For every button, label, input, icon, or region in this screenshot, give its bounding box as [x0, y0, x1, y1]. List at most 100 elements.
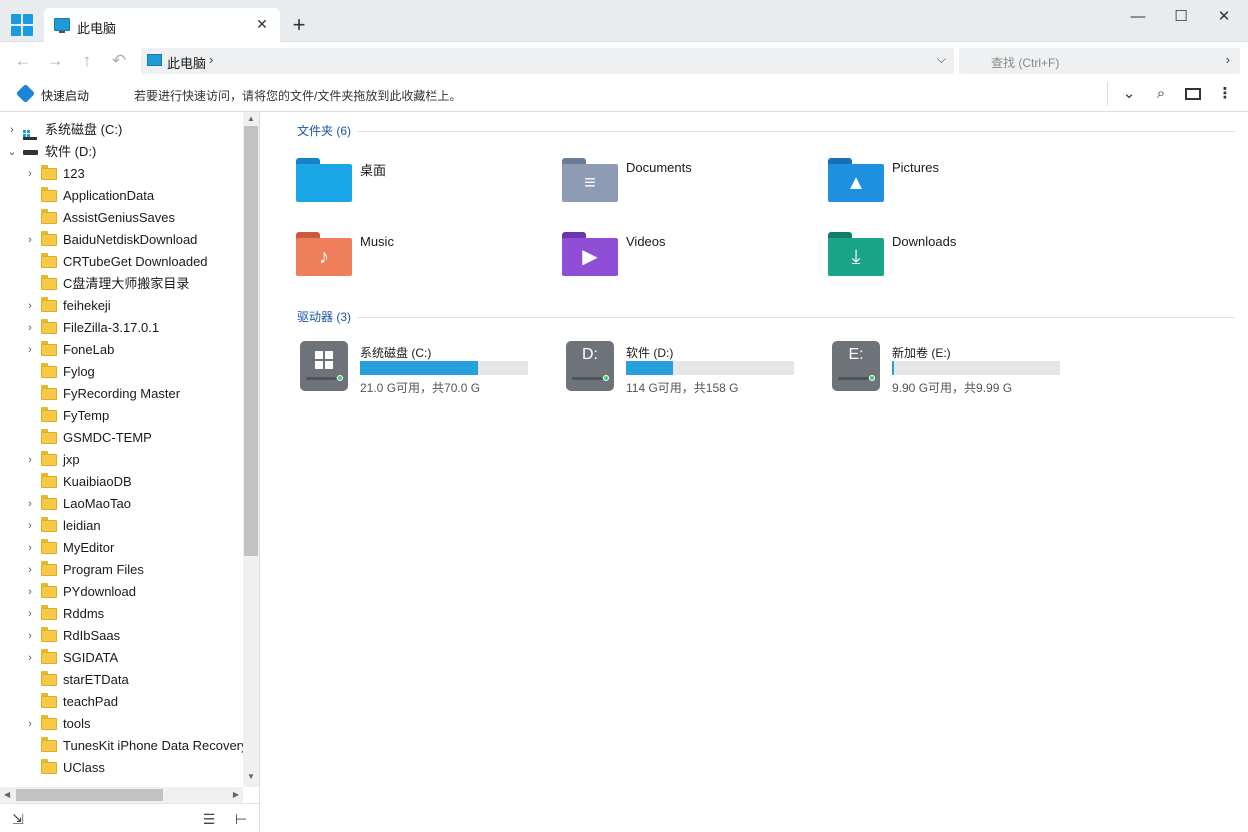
tree-item[interactable]: › LaoMaoTao [0, 493, 243, 515]
breadcrumb-this-pc[interactable]: 此电脑 [167, 53, 206, 72]
tree-item[interactable]: › jxp [0, 449, 243, 471]
chevron-right-icon[interactable]: › [24, 603, 36, 625]
back-arrow-icon[interactable]: ← [12, 50, 34, 72]
folder-tile[interactable]: ⤓ Downloads [828, 232, 1078, 292]
folder-tile[interactable]: ♪ Music [296, 232, 546, 292]
tree-item[interactable]: › leidian [0, 515, 243, 537]
chevron-right-icon[interactable]: › [24, 163, 36, 185]
scroll-right-icon[interactable]: ▶ [233, 790, 239, 799]
more-options-icon[interactable]: ⋮ [1215, 84, 1235, 104]
chevron-right-icon[interactable]: › [24, 713, 36, 735]
tree-item-label: starETData [63, 672, 129, 687]
tree-view-icon[interactable]: ⊢ [231, 809, 251, 829]
quick-launch-label[interactable]: 快速启动 [41, 87, 89, 104]
tree-item[interactable]: KuaibiaoDB [0, 471, 243, 493]
tree-item[interactable]: starETData [0, 669, 243, 691]
scrollbar-thumb[interactable] [16, 789, 163, 801]
chevron-right-icon[interactable]: › [6, 119, 18, 141]
tab-close-icon[interactable]: ✕ [252, 14, 272, 34]
folder-tile[interactable]: ≡ Documents [562, 158, 812, 218]
folder-icon [41, 517, 57, 532]
tree-item[interactable]: › 系统磁盘 (C:) [0, 119, 243, 141]
scroll-left-icon[interactable]: ◀ [4, 790, 10, 799]
tree-item[interactable]: › PYdownload [0, 581, 243, 603]
tree-item[interactable]: › FoneLab [0, 339, 243, 361]
chevron-right-icon[interactable]: › [24, 581, 36, 603]
drives-group-header[interactable]: 驱动器 (3) [297, 308, 351, 328]
undo-icon[interactable]: ↶ [108, 50, 130, 72]
tree-item[interactable]: ApplicationData [0, 185, 243, 207]
tree-item[interactable]: FyRecording Master [0, 383, 243, 405]
collapse-all-icon[interactable]: ⇲ [8, 809, 28, 829]
tree-item-label: AssistGeniusSaves [63, 210, 175, 225]
quick-launch-icon[interactable] [15, 83, 36, 104]
tree-item[interactable]: › 123 [0, 163, 243, 185]
folder-icon [41, 649, 57, 664]
tree-item[interactable]: C盘清理大师搬家目录 [0, 273, 243, 295]
chevron-right-icon[interactable]: › [24, 537, 36, 559]
drive-usage-fill [360, 361, 478, 375]
tree-item[interactable]: › MyEditor [0, 537, 243, 559]
folder-tile[interactable]: 桌面 [296, 158, 546, 218]
tree-item[interactable]: AssistGeniusSaves [0, 207, 243, 229]
tree-item[interactable]: CRTubeGet Downloaded [0, 251, 243, 273]
tree-item[interactable]: › SGIDATA [0, 647, 243, 669]
minimize-button[interactable]: — [1121, 6, 1155, 28]
drive-tile[interactable]: 系统磁盘 (C:) 21.0 G可用，共70.0 G [300, 341, 560, 401]
forward-arrow-icon[interactable]: → [44, 50, 66, 72]
tree-item[interactable]: › feihekeji [0, 295, 243, 317]
folder-tile[interactable]: ▲ Pictures [828, 158, 1078, 218]
tree-item[interactable]: › Rddms [0, 603, 243, 625]
tree-item[interactable]: UClass [0, 757, 243, 779]
tab-this-pc[interactable]: 此电脑 ✕ [44, 8, 280, 43]
search-go-icon[interactable]: › [1226, 52, 1230, 67]
chevron-down-icon[interactable]: ⌵ [937, 52, 946, 67]
folder-name: Videos [626, 234, 666, 249]
tree-item[interactable]: › FileZilla-3.17.0.1 [0, 317, 243, 339]
chevron-right-icon[interactable]: › [24, 625, 36, 647]
chevron-right-icon[interactable]: › [24, 295, 36, 317]
expand-down-icon[interactable]: ⌄ [1119, 84, 1139, 104]
search-input[interactable]: 查找 (Ctrl+F) › [959, 48, 1240, 74]
tree-item[interactable]: › Program Files [0, 559, 243, 581]
new-tab-button[interactable]: + [288, 14, 310, 36]
breadcrumb-chevron-icon[interactable]: › [209, 52, 213, 67]
maximize-button[interactable]: ☐ [1164, 6, 1198, 28]
tree-item[interactable]: FyTemp [0, 405, 243, 427]
folders-group-header[interactable]: 文件夹 (6) [297, 122, 351, 142]
tree-item[interactable]: › tools [0, 713, 243, 735]
close-window-button[interactable]: ✕ [1207, 6, 1241, 28]
scroll-down-icon[interactable]: ▼ [247, 772, 255, 781]
chevron-right-icon[interactable]: › [24, 317, 36, 339]
chevron-right-icon[interactable]: › [24, 515, 36, 537]
scroll-up-icon[interactable]: ▲ [247, 114, 255, 123]
chevron-right-icon[interactable]: › [24, 339, 36, 361]
app-logo-icon[interactable] [11, 14, 33, 36]
tree-item[interactable]: teachPad [0, 691, 243, 713]
tree-item[interactable]: TunesKit iPhone Data Recovery [0, 735, 243, 757]
chevron-right-icon[interactable]: › [24, 493, 36, 515]
up-arrow-icon[interactable]: ↑ [76, 50, 98, 72]
outdent-icon[interactable]: ☰ [199, 809, 219, 829]
folder-name: 桌面 [360, 163, 387, 178]
scrollbar-thumb[interactable] [244, 126, 258, 556]
chevron-right-icon[interactable]: › [24, 449, 36, 471]
tree-item[interactable]: › RdIbSaas [0, 625, 243, 647]
folder-icon [41, 671, 57, 686]
address-bar[interactable]: 此电脑 › ⌵ [141, 48, 954, 74]
folder-tile[interactable]: ▶ Videos [562, 232, 812, 292]
vertical-scrollbar[interactable]: ▲ ▼ [243, 112, 259, 787]
chevron-right-icon[interactable]: › [24, 229, 36, 251]
horizontal-scrollbar[interactable]: ◀ ▶ [0, 787, 243, 803]
chevron-down-icon[interactable]: ⌄ [6, 141, 18, 163]
drive-tile[interactable]: D: 软件 (D:) 114 G可用，共158 G [566, 341, 826, 401]
chevron-right-icon[interactable]: › [24, 559, 36, 581]
drive-tile[interactable]: E: 新加卷 (E:) 9.90 G可用，共9.99 G [832, 341, 1092, 401]
tree-item[interactable]: › BaiduNetdiskDownload [0, 229, 243, 251]
tree-item[interactable]: ⌄ 软件 (D:) [0, 141, 243, 163]
chevron-right-icon[interactable]: › [24, 647, 36, 669]
tree-item[interactable]: GSMDC-TEMP [0, 427, 243, 449]
view-layout-icon[interactable] [1183, 84, 1203, 104]
tree-item[interactable]: Fylog [0, 361, 243, 383]
search-icon[interactable]: ⌕ [1151, 84, 1171, 104]
